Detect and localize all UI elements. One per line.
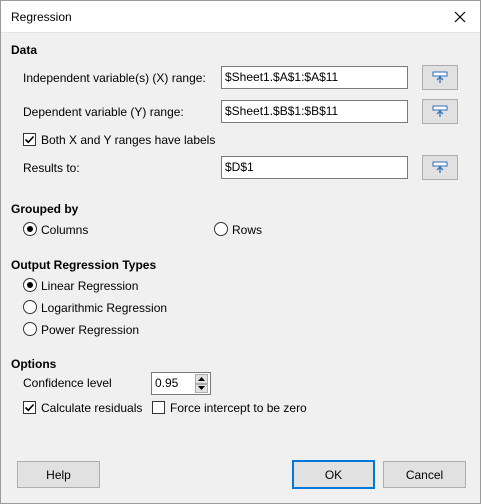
- labels-checkbox-label: Both X and Y ranges have labels: [41, 133, 216, 147]
- confidence-decrement-button[interactable]: [195, 383, 208, 393]
- help-button-label: Help: [46, 467, 71, 482]
- residuals-label: Calculate residuals: [41, 401, 143, 415]
- arrow-down-icon: [198, 386, 205, 391]
- ok-button[interactable]: OK: [292, 460, 375, 489]
- regression-dialog: Regression Data Independent variable(s) …: [0, 0, 481, 504]
- linear-regression-label: Linear Regression: [41, 279, 139, 293]
- cancel-button[interactable]: Cancel: [383, 461, 466, 488]
- shrink-range-icon: [432, 105, 448, 117]
- y-range-shrink-button[interactable]: [422, 99, 458, 124]
- intercept-checkbox[interactable]: [152, 401, 165, 414]
- grouped-by-heading: Grouped by: [11, 202, 79, 216]
- x-range-shrink-button[interactable]: [422, 65, 458, 90]
- ok-button-label: OK: [324, 467, 343, 482]
- log-regression-radio[interactable]: [23, 300, 37, 314]
- close-icon: [454, 11, 466, 23]
- help-button[interactable]: Help: [17, 461, 100, 488]
- power-regression-radio[interactable]: [23, 322, 37, 336]
- intercept-label: Force intercept to be zero: [170, 401, 307, 415]
- shrink-range-icon: [432, 161, 448, 173]
- results-to-shrink-button[interactable]: [422, 155, 458, 180]
- linear-regression-radio[interactable]: [23, 278, 37, 292]
- title-bar: Regression: [1, 1, 480, 33]
- y-range-input[interactable]: $Sheet1.$B$1:$B$11: [221, 100, 408, 123]
- close-button[interactable]: [448, 5, 472, 29]
- options-heading: Options: [11, 357, 57, 371]
- shrink-range-icon: [432, 71, 448, 83]
- log-regression-label: Logarithmic Regression: [41, 301, 168, 315]
- columns-radio[interactable]: [23, 222, 37, 236]
- results-to-label: Results to:: [23, 161, 80, 175]
- rows-radio[interactable]: [214, 222, 228, 236]
- output-types-heading: Output Regression Types: [11, 258, 157, 272]
- cancel-button-label: Cancel: [405, 467, 444, 482]
- confidence-increment-button[interactable]: [195, 374, 208, 384]
- x-range-input[interactable]: $Sheet1.$A$1:$A$11: [221, 66, 408, 89]
- x-range-label: Independent variable(s) (X) range:: [23, 71, 206, 85]
- y-range-label: Dependent variable (Y) range:: [23, 105, 184, 119]
- arrow-up-icon: [198, 376, 205, 381]
- labels-checkbox[interactable]: [23, 133, 36, 146]
- confidence-value[interactable]: 0.95: [155, 376, 178, 390]
- results-to-input[interactable]: $D$1: [221, 156, 408, 179]
- confidence-label: Confidence level: [23, 376, 112, 390]
- checkmark-icon: [24, 403, 35, 412]
- data-heading: Data: [11, 43, 38, 57]
- checkmark-icon: [24, 135, 35, 144]
- window-title: Regression: [11, 10, 72, 24]
- residuals-checkbox[interactable]: [23, 401, 36, 414]
- power-regression-label: Power Regression: [41, 323, 140, 337]
- rows-radio-label: Rows: [232, 223, 263, 237]
- columns-radio-label: Columns: [41, 223, 89, 237]
- confidence-spinbox[interactable]: 0.95: [151, 372, 211, 395]
